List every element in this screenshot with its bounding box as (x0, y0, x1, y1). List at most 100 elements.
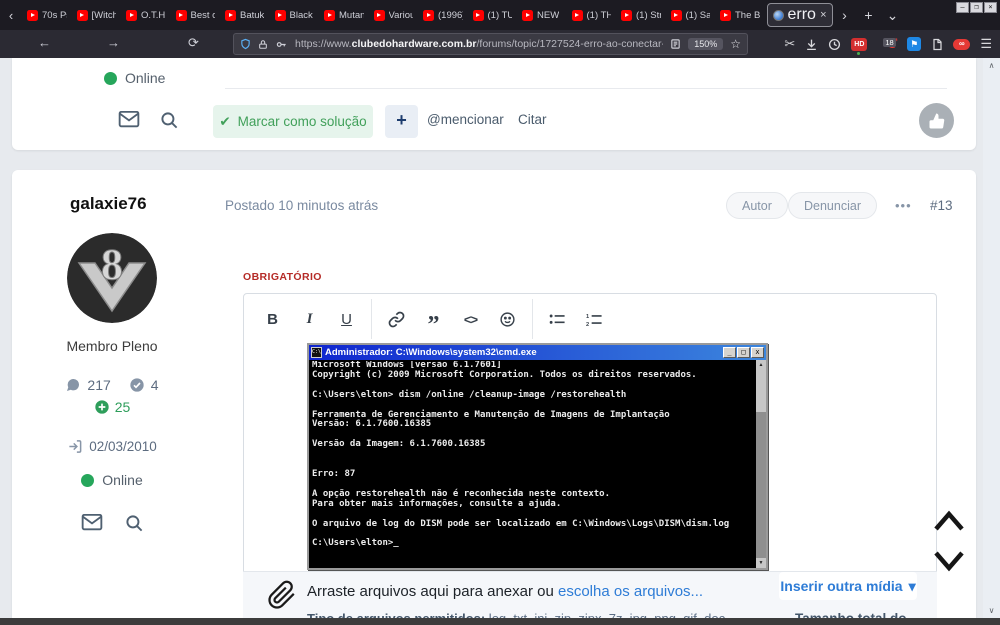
link-button[interactable] (378, 303, 415, 335)
tab[interactable]: (1) TU (468, 2, 518, 28)
attachment-dropzone[interactable]: Arraste arquivos aqui para anexar ou esc… (243, 571, 937, 619)
tab[interactable]: [Witch (72, 2, 122, 28)
reader-mode-icon[interactable] (670, 38, 681, 50)
url-text[interactable]: https://www.clubedohardware.com.br/forum… (295, 38, 663, 50)
quote-link[interactable]: Citar (518, 112, 547, 127)
mark-solution-button[interactable]: ✔ Marcar como solução (213, 105, 373, 138)
join-date: 02/03/2010 (89, 439, 157, 454)
tab-close-icon[interactable]: × (820, 9, 826, 21)
italic-button[interactable]: I (291, 303, 328, 335)
code-button[interactable]: <> (452, 303, 489, 335)
taskbar-edge (0, 618, 1000, 625)
youtube-favicon (374, 10, 385, 21)
zoom-level-badge[interactable]: 150% (688, 38, 723, 50)
post-number-link[interactable]: #13 (930, 198, 953, 213)
forward-button[interactable]: → (107, 35, 120, 50)
tab[interactable]: (1) Stra (616, 2, 666, 28)
window-minimize-button[interactable]: – (956, 2, 969, 13)
jump-to-top-icon[interactable] (931, 508, 967, 534)
tab[interactable]: Variou (369, 2, 419, 28)
tab[interactable]: (1) TH (567, 2, 617, 28)
react-plus-button[interactable]: + (385, 105, 418, 138)
hd-status-dot (857, 52, 860, 55)
cmd-screenshot[interactable]: C:\ Administrador: C:\Windows\system32\c… (307, 343, 768, 570)
youtube-favicon (473, 10, 484, 21)
tracking-protection-shield-icon[interactable] (240, 38, 251, 50)
post-author-link[interactable]: galaxie76 (70, 194, 147, 214)
tab[interactable]: Batuk (220, 2, 270, 28)
list-tabs-icon[interactable]: ⌄ (881, 7, 905, 24)
tab[interactable]: Black (270, 2, 320, 28)
tab-title: Mutan (339, 10, 364, 21)
tab[interactable]: (1) San (666, 2, 716, 28)
reload-button[interactable]: ⟳ (188, 35, 199, 51)
search-icon[interactable] (160, 111, 179, 130)
back-button[interactable]: ← (38, 35, 51, 50)
tab[interactable]: The Be (715, 2, 765, 28)
join-date-row: 02/03/2010 (12, 439, 212, 454)
bold-button[interactable]: B (254, 303, 291, 335)
lock-icon[interactable] (258, 39, 268, 50)
reputation-row[interactable]: 25 (12, 399, 212, 415)
history-clock-icon[interactable] (828, 38, 841, 51)
toolbar-separator (371, 299, 372, 339)
cmd-minimize-button: _ (723, 347, 736, 358)
site-favicon (773, 10, 784, 21)
search-icon[interactable] (125, 514, 144, 533)
svg-text:1: 1 (586, 314, 589, 320)
menu-hamburger-icon[interactable]: ☰ (980, 36, 992, 52)
scrollbar-down-icon[interactable]: ∨ (983, 606, 1000, 615)
jump-to-bottom-icon[interactable] (931, 548, 967, 574)
underline-button[interactable]: U (328, 303, 365, 335)
screen: ‹ 70s Ps[WitchO.T.H.Best ofBatukBlack Mut… (0, 0, 1000, 625)
bookmark-star-icon[interactable]: ☆ (730, 37, 741, 51)
numbered-list-button[interactable]: 12 (576, 303, 613, 335)
tab-title: (1) TU (488, 10, 513, 21)
window-restore-button[interactable]: ❒ (970, 2, 983, 13)
tab-active[interactable]: erro × (767, 3, 833, 27)
hd-extension-icon[interactable]: HD (851, 38, 867, 51)
report-button[interactable]: Denunciar (788, 192, 877, 219)
insert-media-button[interactable]: Inserir outra mídia ▾ (779, 572, 917, 600)
emoji-button[interactable] (489, 303, 526, 335)
check-icon: ✔ (219, 114, 230, 130)
bullet-list-button[interactable] (539, 303, 576, 335)
downloads-icon[interactable] (805, 38, 818, 51)
window-close-button[interactable]: × (984, 2, 997, 13)
flag-extension-icon[interactable]: ⚑ (907, 37, 921, 51)
page-extension-icon[interactable] (931, 38, 943, 51)
tab[interactable]: O.T.H. (121, 2, 171, 28)
permissions-icon[interactable] (275, 39, 288, 50)
quote-button[interactable]: ” (415, 303, 452, 335)
tab[interactable]: NEW (517, 2, 567, 28)
scroll-tabs-left-icon[interactable]: ‹ (0, 8, 22, 23)
youtube-favicon (572, 10, 583, 21)
url-bar[interactable]: https://www.clubedohardware.com.br/forum… (233, 33, 748, 55)
avatar[interactable]: 8 (67, 233, 157, 323)
like-button[interactable] (919, 103, 954, 138)
youtube-favicon (225, 10, 236, 21)
caret-down-icon: ▾ (909, 578, 916, 595)
choose-files-link[interactable]: escolha os arquivos... (558, 583, 703, 600)
post-options-icon[interactable]: ••• (895, 198, 912, 213)
tab-overflow-icon[interactable]: › (833, 7, 857, 23)
tab-title: The Be (735, 10, 760, 21)
extension-icons: ✂ HD 18 T ⚑ ∞ ☰ (784, 30, 992, 58)
tab[interactable]: (1996) (418, 2, 468, 28)
mention-link[interactable]: @mencionar (427, 112, 504, 127)
page-scrollbar[interactable]: ∧ ∨ (983, 58, 1000, 618)
message-icon[interactable] (81, 514, 103, 531)
cmd-scroll-up-icon: ▲ (756, 360, 766, 370)
tab[interactable]: Mutan (319, 2, 369, 28)
tab[interactable]: Best of (171, 2, 221, 28)
youtube-favicon (522, 10, 533, 21)
red-oval-extension-icon[interactable]: ∞ (953, 39, 970, 50)
tab[interactable]: 70s Ps (22, 2, 72, 28)
screenshot-scissors-icon[interactable]: ✂ (784, 36, 795, 52)
message-icon[interactable] (118, 111, 140, 128)
youtube-favicon (275, 10, 286, 21)
toolbar-separator (532, 299, 533, 339)
scrollbar-up-icon[interactable]: ∧ (983, 61, 1000, 70)
online-dot (81, 474, 94, 487)
new-tab-button[interactable]: + (857, 7, 881, 23)
